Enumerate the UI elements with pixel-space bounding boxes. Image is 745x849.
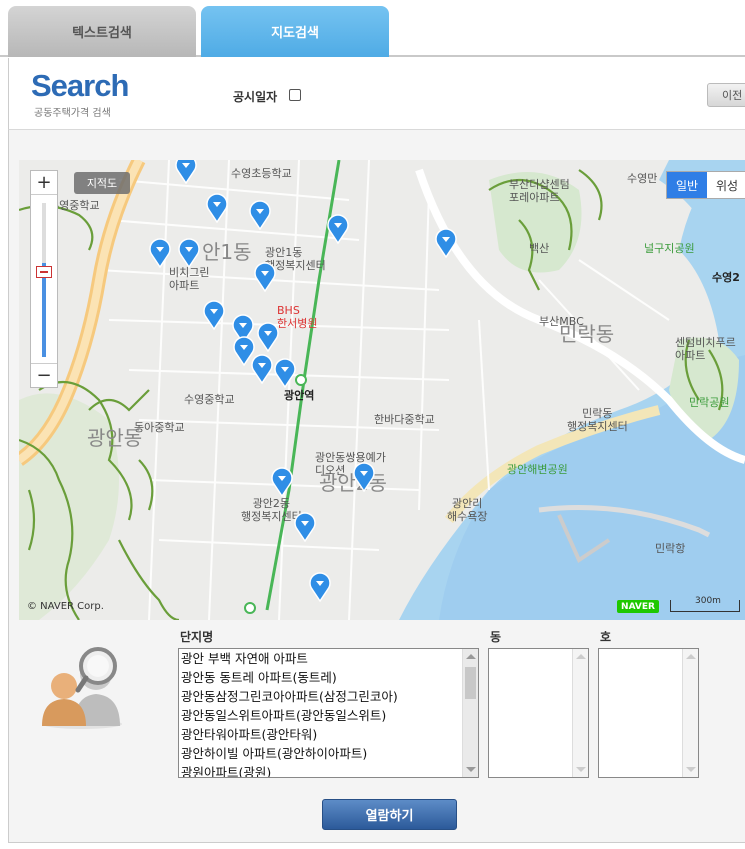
- publication-date-checkbox[interactable]: [289, 89, 301, 101]
- map-pin-icon[interactable]: [309, 572, 331, 602]
- map-label: 민락동 행정복지센터: [567, 407, 628, 433]
- dong-list[interactable]: [488, 648, 589, 778]
- map-label: 백산: [529, 242, 550, 255]
- scroll-down-arrow-icon[interactable]: [686, 767, 696, 772]
- map-pin-icon[interactable]: [178, 238, 200, 268]
- scroll-up-arrow-icon[interactable]: [576, 654, 586, 659]
- complex-list-item[interactable]: 광안하이빌 아파트(광안하이아파트): [179, 744, 478, 763]
- naver-logo: NAVER: [617, 600, 659, 613]
- publication-date-label: 공시일자: [233, 90, 278, 104]
- complex-list-item[interactable]: 광안동 동트레 아파트(동트레): [179, 668, 478, 687]
- zoom-control[interactable]: + −: [30, 170, 58, 388]
- search-logo: Search: [31, 68, 129, 103]
- scroll-up-arrow-icon[interactable]: [466, 654, 476, 659]
- scroll-thumb[interactable]: [465, 667, 476, 699]
- map-view[interactable]: 수영초등학교 수영중학교 안1동 광안1동 행정복지센터 비치그린 아파트 BH…: [19, 160, 745, 620]
- complex-list-item[interactable]: 광안타워아파트(광안타워): [179, 725, 478, 744]
- map-label: 민락항: [655, 542, 686, 555]
- complex-list-item[interactable]: 광안 부백 자연애 아파트: [179, 649, 478, 668]
- map-label: 민락동: [559, 322, 615, 346]
- map-label: 한바다중학교: [374, 413, 435, 426]
- map-label: 널구지공원: [644, 242, 695, 255]
- map-label: 광안역: [284, 389, 315, 402]
- scroll-up-arrow-icon[interactable]: [686, 654, 696, 659]
- map-pin-icon[interactable]: [271, 467, 293, 497]
- map-label: 센텀비치푸르 아파트: [675, 336, 736, 362]
- map-pin-icon[interactable]: [251, 354, 273, 384]
- search-logo-subtitle: 공동주택가격 검색: [34, 108, 111, 119]
- map-label: 부산더샵센텀 포레아파트: [509, 178, 570, 204]
- complex-list-scrollbar[interactable]: [462, 649, 478, 777]
- map-label: 민락공원: [689, 396, 730, 409]
- map-pin-icon[interactable]: [203, 300, 225, 330]
- map-pin-icon[interactable]: [353, 462, 375, 492]
- map-pin-icon[interactable]: [274, 358, 296, 388]
- zoom-track-upper: [42, 203, 46, 263]
- map-type-normal[interactable]: 일반: [667, 172, 707, 198]
- search-person-icon: [42, 647, 122, 729]
- map-label: 광안2동 행정복지센터: [241, 497, 302, 523]
- scroll-down-arrow-icon[interactable]: [576, 767, 586, 772]
- map-label: 비치그린 아파트: [169, 266, 210, 292]
- map-pin-icon[interactable]: [206, 193, 228, 223]
- map-label: 광안리 해수욕장: [447, 497, 488, 523]
- dong-label: 동: [490, 630, 502, 644]
- map-label: 수영초등학교: [231, 167, 292, 180]
- map-pin-icon[interactable]: [435, 228, 457, 258]
- map-pin-icon[interactable]: [254, 262, 276, 292]
- zoom-handle[interactable]: [36, 266, 52, 278]
- map-pin-icon[interactable]: [149, 238, 171, 268]
- cadastral-map-button[interactable]: 지적도: [74, 172, 130, 194]
- map-label: 수영2: [712, 271, 740, 284]
- tab-bar: 텍스트검색 지도검색: [0, 0, 745, 57]
- map-pin-icon[interactable]: [249, 200, 271, 230]
- complex-list[interactable]: 광안 부백 자연애 아파트 광안동 동트레 아파트(동트레) 광안동삼정그린코아아파…: [178, 648, 479, 778]
- map-label: BHS 한서병원: [277, 304, 318, 330]
- complex-list-item[interactable]: 광원아파트(광원): [179, 763, 478, 777]
- tab-text-search[interactable]: 텍스트검색: [8, 6, 196, 57]
- scroll-down-arrow-icon[interactable]: [466, 767, 476, 772]
- zoom-out-button[interactable]: −: [31, 363, 57, 387]
- map-label: 안1동: [202, 240, 252, 264]
- map-type-satellite[interactable]: 위성: [707, 172, 745, 198]
- map-scale-label: 300m: [695, 596, 721, 606]
- map-pin-icon[interactable]: [257, 322, 279, 352]
- map-pin-icon[interactable]: [327, 214, 349, 244]
- map-label: 광안동: [87, 426, 143, 450]
- map-type-toggle[interactable]: 일반 위성: [666, 171, 745, 199]
- map-label: 수영중학교: [184, 393, 235, 406]
- map-copyright: © NAVER Corp.: [27, 601, 104, 612]
- map-pin-icon[interactable]: [294, 512, 316, 542]
- map-pin-icon[interactable]: [175, 160, 197, 184]
- map-label: 광안해변공원: [507, 463, 568, 476]
- tab-map-search[interactable]: 지도검색: [201, 6, 389, 57]
- map-scale: 300m: [670, 596, 740, 612]
- map-label: 수영만: [627, 172, 658, 185]
- ho-list-scrollbar[interactable]: [682, 649, 698, 777]
- ho-label: 호: [600, 630, 612, 644]
- prev-button[interactable]: 이전: [707, 83, 745, 107]
- ho-list[interactable]: [598, 648, 699, 778]
- search-header: Search 공동주택가격 검색 공시일자 이전: [8, 58, 745, 130]
- view-button[interactable]: 열람하기: [322, 799, 457, 830]
- complex-list-item[interactable]: 광안동삼정그린코아아파트(삼정그린코아): [179, 687, 478, 706]
- zoom-in-button[interactable]: +: [31, 171, 57, 195]
- dong-list-scrollbar[interactable]: [572, 649, 588, 777]
- complex-name-label: 단지명: [180, 630, 214, 644]
- map-base-layer: [19, 160, 745, 620]
- complex-list-item[interactable]: 광안동일스위트아파트(광안동일스위트): [179, 706, 478, 725]
